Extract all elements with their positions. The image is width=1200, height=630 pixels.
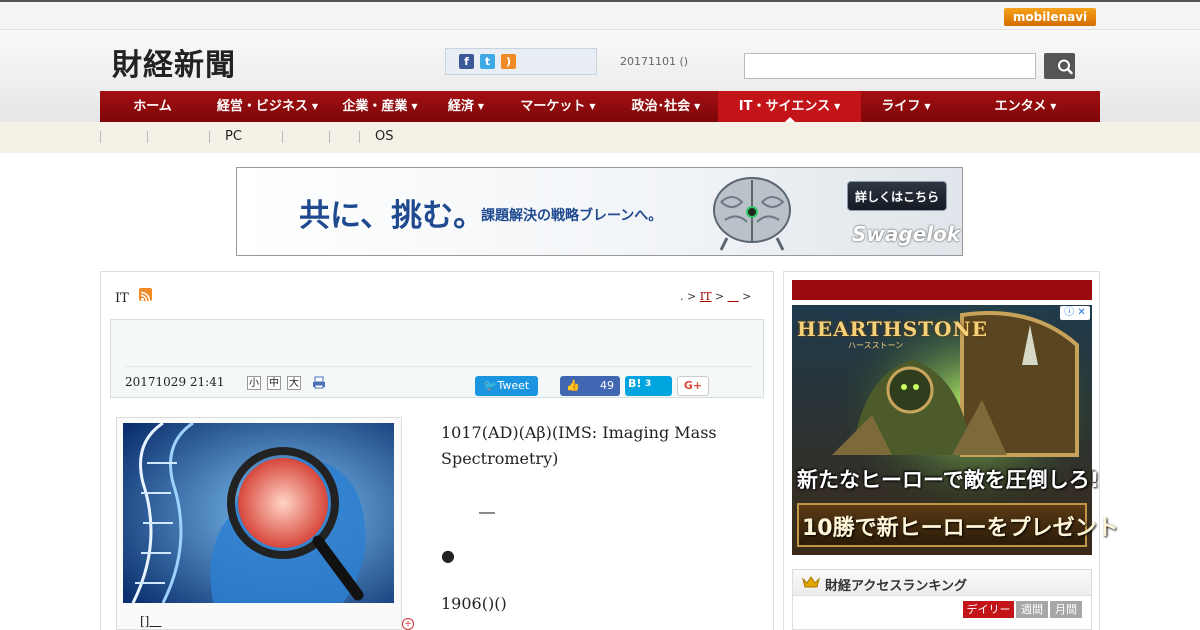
- main-nav: ホーム 経営・ビジネス ▼ 企業・産業 ▼ 経済 ▼ マーケット ▼ 政治･社会 ▼ IT…: [100, 91, 1100, 122]
- chevron-down-icon: ▼: [1050, 102, 1057, 111]
- chevron-down-icon: ▼: [411, 102, 418, 111]
- rss-icon[interactable]: [139, 288, 152, 302]
- ad-game-subtitle: ハースストーン: [848, 341, 904, 350]
- facebook-like-button[interactable]: 👍 49: [560, 376, 620, 396]
- banner-brand-logo: Swagelok: [852, 222, 961, 246]
- chevron-down-icon: ▼: [834, 102, 841, 111]
- nav-economy[interactable]: 経済 ▼: [430, 91, 502, 122]
- search-button[interactable]: [1044, 53, 1075, 79]
- like-count: 49: [600, 379, 614, 392]
- thumbs-up-icon: 👍: [566, 379, 580, 392]
- banner-sub-copy: 課題解決の戦略ブレーンへ。: [481, 208, 663, 224]
- chevron-down-icon: ▼: [477, 102, 485, 111]
- divider: [329, 131, 330, 143]
- divider: [147, 131, 148, 143]
- sidebar-header-bar: [792, 280, 1092, 300]
- crown-icon: [802, 576, 820, 588]
- nav-entertainment[interactable]: エンタメ ▼: [951, 91, 1100, 122]
- rss-glyph: [140, 291, 151, 302]
- twitter-icon[interactable]: t: [480, 54, 495, 69]
- breadcrumb-link-it[interactable]: IT: [700, 290, 712, 303]
- nav-industry[interactable]: 企業・産業 ▼: [330, 91, 430, 122]
- subnav-item-os[interactable]: OS: [375, 129, 393, 144]
- ad-game-title: HEARTHSTONE: [797, 317, 988, 341]
- breadcrumb-sep: >: [742, 290, 752, 303]
- breadcrumb-sep: >: [714, 290, 725, 303]
- nav-label: ライフ: [881, 99, 921, 114]
- subnav-item-pc[interactable]: PC: [225, 129, 242, 144]
- article-dash: ―: [479, 502, 495, 521]
- divider: [282, 131, 283, 143]
- chevron-down-icon: ▼: [589, 102, 596, 111]
- ad-info-close-icon[interactable]: ⓘ ✕: [1060, 306, 1090, 320]
- nav-label: ホーム: [133, 99, 172, 114]
- photo-caption[interactable]: []＿: [140, 612, 161, 629]
- rss-icon[interactable]: ): [501, 54, 516, 69]
- hatena-bookmark-button[interactable]: B! 3: [625, 376, 672, 396]
- social-links: f t ): [445, 48, 597, 75]
- chevron-down-icon: ▼: [694, 102, 701, 111]
- nav-home[interactable]: ホーム: [100, 91, 205, 122]
- nav-politics[interactable]: 政治･社会 ▼: [614, 91, 718, 122]
- nav-label: 経営・ビジネス: [216, 99, 308, 114]
- nav-life[interactable]: ライフ ▼: [861, 91, 951, 122]
- nav-label: 企業・産業: [342, 99, 408, 114]
- chevron-down-icon: ▼: [924, 102, 931, 111]
- google-plus-button[interactable]: G+: [677, 376, 709, 396]
- article-paragraph: 1017(AD)(Aβ)(IMS: Imaging Mass Spectrome…: [441, 423, 717, 468]
- hatena-icon: B!: [628, 377, 642, 390]
- font-size-large-button[interactable]: 大: [287, 376, 301, 390]
- print-icon[interactable]: [312, 376, 326, 389]
- article-bullet: ●: [441, 546, 455, 565]
- article-paragraph: 1906()(): [441, 594, 507, 613]
- ad-promo-text: 10勝で新ヒーローをプレゼント: [802, 516, 1119, 541]
- search-icon: [1058, 59, 1073, 75]
- article-photo[interactable]: [123, 423, 394, 603]
- ad-headline: 新たなヒーローで敵を圧倒しろ!: [797, 468, 1100, 492]
- nav-label: マーケット: [520, 99, 586, 114]
- nav-business[interactable]: 経営・ビジネス ▼: [205, 91, 330, 122]
- category-label: IT: [115, 291, 129, 306]
- tweet-button[interactable]: 🐦Tweet: [475, 376, 538, 396]
- publish-date: 20171029 21:41: [125, 375, 225, 389]
- twitter-bird-icon: 🐦: [483, 379, 498, 392]
- divider: [100, 131, 101, 143]
- ranking-tab-monthly[interactable]: 月間: [1050, 601, 1082, 618]
- chevron-down-icon: ▼: [311, 102, 319, 111]
- brain-circuit-image: [713, 177, 791, 251]
- ranking-tab-weekly[interactable]: 週間: [1016, 601, 1048, 618]
- font-size-medium-button[interactable]: 中: [267, 376, 281, 390]
- breadcrumb-sep: . >: [680, 290, 697, 303]
- mobilenavi-link[interactable]: mobilenavi: [1004, 8, 1096, 26]
- search-input[interactable]: [744, 53, 1036, 79]
- nav-label: エンタメ: [994, 99, 1047, 114]
- current-date: 20171101 (): [620, 55, 689, 68]
- site-logo[interactable]: 財経新聞: [112, 40, 236, 84]
- divider: [125, 366, 752, 367]
- banner-main-copy: 共に、挑む。: [299, 198, 485, 234]
- facebook-icon[interactable]: f: [459, 54, 474, 69]
- divider: [359, 131, 360, 143]
- ranking-tab-daily[interactable]: デイリー: [963, 601, 1014, 618]
- sub-nav: [0, 122, 1200, 153]
- hatena-count: 3: [645, 379, 652, 389]
- ranking-title: 財経アクセスランキング: [825, 579, 967, 594]
- breadcrumb: . > IT > ＿ >: [680, 288, 751, 304]
- breadcrumb-link-current[interactable]: ＿: [728, 290, 739, 303]
- banner-details-button[interactable]: 詳しくはこちら: [847, 181, 947, 211]
- nav-it-science[interactable]: IT・サイエンス ▼: [718, 91, 861, 122]
- divider: [209, 131, 210, 143]
- banner-ad[interactable]: 共に、挑む。 課題解決の戦略ブレーンへ。 詳しくはこちら Swagelok: [236, 167, 963, 256]
- font-size-small-button[interactable]: 小: [247, 376, 261, 390]
- tweet-label: Tweet: [497, 379, 530, 392]
- nav-label: 経済: [447, 99, 474, 114]
- zoom-icon[interactable]: +: [402, 618, 414, 630]
- nav-market[interactable]: マーケット ▼: [502, 91, 614, 122]
- nav-label: 政治･社会: [631, 99, 691, 114]
- nav-label: IT・サイエンス: [738, 99, 831, 114]
